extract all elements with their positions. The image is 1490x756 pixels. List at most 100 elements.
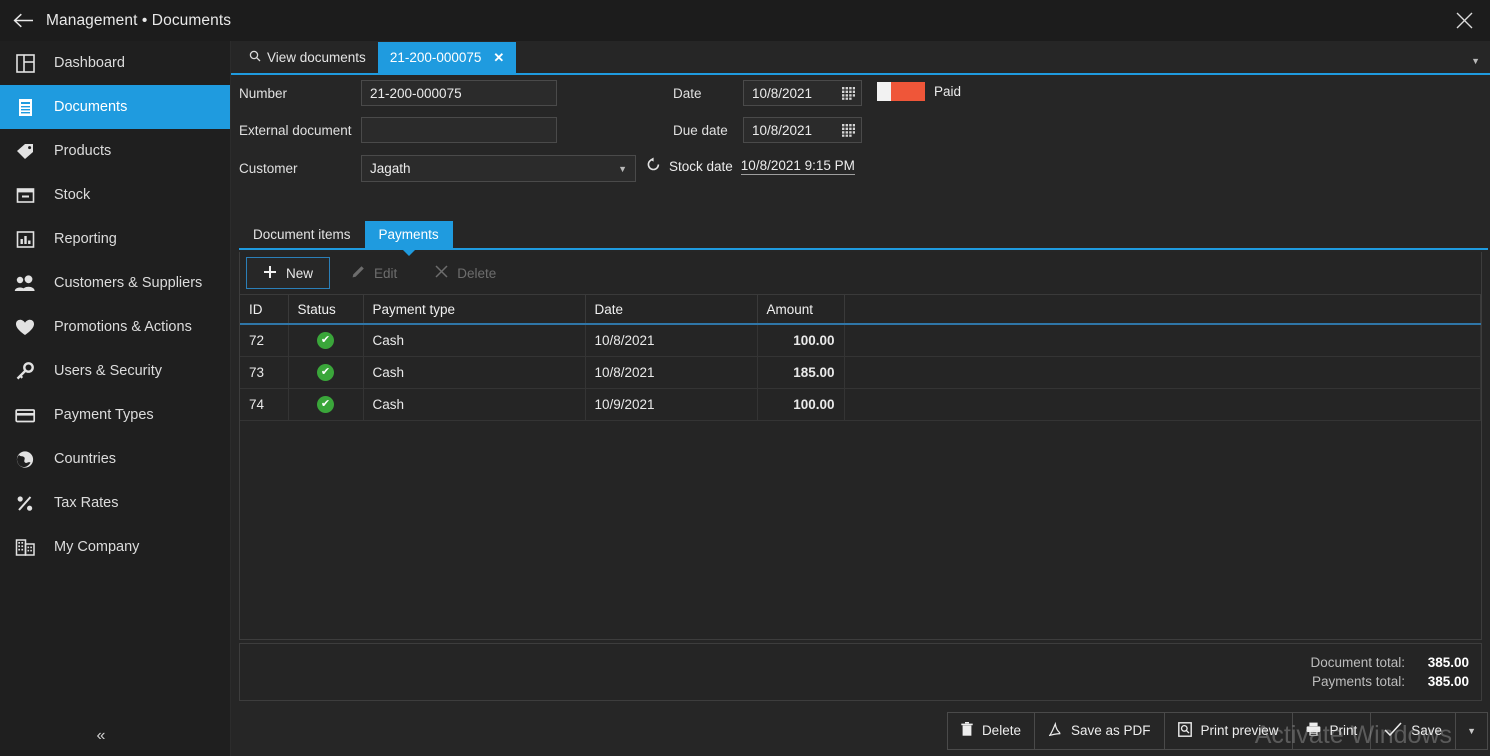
sidebar-item-countries[interactable]: Countries	[0, 437, 230, 481]
save-options-dropdown[interactable]: ▼	[1456, 713, 1487, 749]
sidebar-item-label: Tax Rates	[54, 495, 119, 511]
cell-date: 10/8/2021	[585, 356, 758, 389]
date-label: Date	[673, 86, 702, 101]
tab-view-documents[interactable]: View documents	[237, 42, 378, 73]
cell-amount: 100.00	[757, 324, 845, 357]
external-document-input[interactable]	[361, 117, 557, 143]
back-arrow-icon[interactable]	[0, 0, 46, 41]
cell-payment-type: Cash	[363, 388, 586, 421]
column-header-amount[interactable]: Amount	[757, 295, 845, 325]
pdf-icon	[1048, 721, 1062, 740]
tab-label: Payments	[378, 227, 439, 242]
action-bar: Delete Save as PDF Print preview Print S…	[231, 705, 1490, 756]
column-header-status[interactable]: Status	[288, 295, 364, 325]
print-button[interactable]: Print	[1293, 712, 1372, 749]
document-total-label: Document total:	[1310, 655, 1405, 670]
cell-id: 72	[240, 324, 289, 357]
sidebar-item-my-company[interactable]: My Company	[0, 525, 230, 569]
stock-date-value[interactable]: 10/8/2021 9:15 PM	[740, 158, 855, 175]
people-icon	[12, 270, 38, 296]
stock-box-icon	[12, 182, 38, 208]
cell-amount: 100.00	[757, 388, 845, 421]
chevron-down-icon: ▼	[618, 163, 627, 174]
button-label: Print	[1329, 723, 1358, 738]
percent-icon	[12, 490, 38, 516]
sidebar-item-label: My Company	[54, 539, 140, 555]
save-as-pdf-button[interactable]: Save as PDF	[1035, 712, 1165, 749]
sidebar-item-label: Customers & Suppliers	[54, 275, 203, 291]
payments-total-label: Payments total:	[1311, 674, 1405, 689]
customer-combobox[interactable]: Jagath ▼	[361, 155, 636, 182]
check-circle-icon: ✔	[317, 395, 334, 413]
payments-table: ID Status Payment type Date Amount 72 ✔ …	[240, 295, 1481, 421]
tab-label: 21-200-000075	[389, 50, 482, 65]
column-header-id[interactable]: ID	[240, 295, 289, 325]
detail-tabstrip: Document items Payments	[239, 221, 1488, 250]
documents-icon	[12, 94, 38, 120]
column-header-date[interactable]: Date	[585, 295, 758, 325]
chevron-down-icon: ▼	[1467, 725, 1476, 736]
tab-label: Document items	[253, 227, 351, 242]
sidebar-item-dashboard[interactable]: Dashboard	[0, 41, 230, 85]
tab-close-icon[interactable]: ✕	[493, 50, 504, 66]
refresh-icon[interactable]	[646, 157, 661, 175]
chevron-down-icon[interactable]: ▼	[1471, 56, 1480, 66]
cell-date: 10/8/2021	[585, 324, 758, 357]
button-label: Edit	[374, 265, 398, 281]
sidebar-item-stock[interactable]: Stock	[0, 173, 230, 217]
table-row[interactable]: 73 ✔ Cash 10/8/2021 185.00	[240, 356, 1481, 389]
x-icon	[435, 265, 448, 281]
tab-document-21-200-000075[interactable]: 21-200-000075 ✕	[377, 42, 517, 73]
document-total-value: 385.00	[1427, 655, 1469, 670]
trash-icon	[961, 721, 973, 740]
sidebar-item-promotions-actions[interactable]: Promotions & Actions	[0, 305, 230, 349]
sidebar-item-reporting[interactable]: Reporting	[0, 217, 230, 261]
due-date-input[interactable]: 10/8/2021	[743, 117, 862, 143]
table-header-row: ID Status Payment type Date Amount	[240, 295, 1481, 325]
sidebar-item-products[interactable]: Products	[0, 129, 230, 173]
payments-command-bar: New Edit Delete	[240, 252, 1481, 295]
sidebar-item-label: Documents	[54, 99, 128, 115]
document-total-row: Document total: 385.00	[1310, 655, 1469, 670]
due-date-value: 10/8/2021	[752, 122, 813, 138]
sidebar-item-documents[interactable]: Documents	[0, 85, 230, 129]
external-document-label: External document	[239, 123, 352, 138]
content-area: View documents 21-200-000075 ✕ ▼ Number …	[231, 41, 1490, 756]
edit-payment-button[interactable]: Edit	[334, 257, 414, 289]
sidebar-item-customers-suppliers[interactable]: Customers & Suppliers	[0, 261, 230, 305]
printer-icon	[1306, 722, 1321, 739]
number-input[interactable]: 21-200-000075	[361, 80, 557, 106]
calendar-icon[interactable]	[842, 86, 855, 100]
sidebar-item-users-security[interactable]: Users & Security	[0, 349, 230, 393]
button-label: Delete	[457, 265, 497, 281]
action-button-group: Delete Save as PDF Print preview Print S…	[946, 711, 1488, 750]
globe-icon	[12, 446, 38, 472]
stock-date-label: Stock date	[669, 158, 733, 174]
table-row[interactable]: 72 ✔ Cash 10/8/2021 100.00	[240, 324, 1481, 357]
delete-button[interactable]: Delete	[948, 712, 1035, 749]
sidebar: Dashboard Documents Products Stock Repor…	[0, 41, 231, 756]
sidebar-collapse-button[interactable]: «	[0, 715, 230, 756]
cell-filler	[844, 356, 1481, 389]
sidebar-item-payment-types[interactable]: Payment Types	[0, 393, 230, 437]
delete-payment-button[interactable]: Delete	[418, 257, 513, 289]
cell-filler	[844, 388, 1481, 421]
stock-date-row: Stock date 10/8/2021 9:15 PM	[646, 157, 855, 175]
dashboard-icon	[12, 50, 38, 76]
save-button[interactable]: Save	[1371, 712, 1457, 749]
payments-panel: New Edit Delete ID Status Payment type D…	[239, 252, 1482, 640]
sidebar-item-tax-rates[interactable]: Tax Rates	[0, 481, 230, 525]
tab-document-items[interactable]: Document items	[239, 221, 365, 248]
number-label: Number	[239, 86, 288, 101]
date-input[interactable]: 10/8/2021	[743, 80, 862, 106]
calendar-icon[interactable]	[842, 123, 855, 137]
column-header-payment-type[interactable]: Payment type	[363, 295, 586, 325]
close-icon[interactable]	[1438, 0, 1490, 41]
table-row[interactable]: 74 ✔ Cash 10/9/2021 100.00	[240, 388, 1481, 421]
print-preview-button[interactable]: Print preview	[1165, 712, 1293, 749]
pencil-icon	[351, 265, 365, 282]
sidebar-item-label: Countries	[54, 451, 117, 467]
new-payment-button[interactable]: New	[246, 257, 331, 289]
tab-payments[interactable]: Payments	[364, 221, 453, 248]
check-circle-icon: ✔	[317, 331, 334, 349]
